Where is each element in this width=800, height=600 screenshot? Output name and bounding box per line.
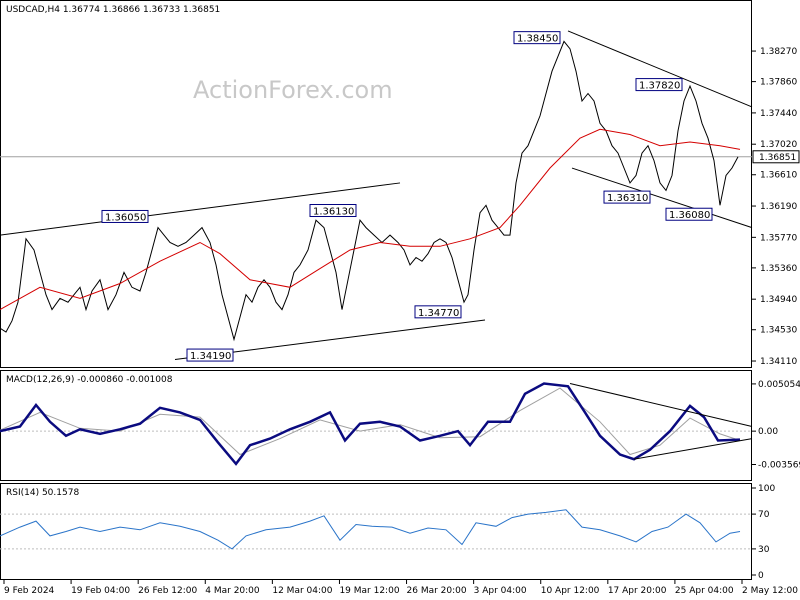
price-tick-label: 1.35360 — [760, 264, 797, 274]
watermark: ActionForex.com — [193, 76, 393, 104]
time-tick-label: 4 Mar 20:00 — [205, 586, 260, 596]
current-price-badge: 1.36851 — [752, 150, 800, 164]
price-tick-label: 1.37020 — [760, 140, 797, 150]
time-tick-label: 26 Feb 12:00 — [138, 586, 197, 596]
time-tick-label: 26 Mar 20:00 — [407, 586, 467, 596]
macd-label: MACD(12,26,9) -0.000860 -0.001008 — [6, 375, 173, 385]
rsi-tick-label: 30 — [758, 545, 770, 555]
time-tick-label: 10 Apr 12:00 — [541, 586, 600, 596]
price-tick-label: 1.34940 — [760, 295, 797, 305]
price-annotation: 1.37820 — [635, 78, 683, 92]
time-tick-label: 2 May 12:00 — [742, 586, 798, 596]
price-annotation: 1.36130 — [309, 204, 357, 218]
price-tick-label: 1.37860 — [760, 78, 797, 88]
price-tick-label: 1.36190 — [760, 202, 797, 212]
current-price-text: 1.36851 — [759, 153, 796, 163]
rsi-label: RSI(14) 50.1578 — [6, 488, 79, 498]
annotation-label: 1.34770 — [418, 308, 459, 319]
price-annotation: 1.36050 — [101, 209, 149, 223]
price-annotation: 1.34190 — [186, 348, 234, 362]
price-tick-label: 1.37440 — [760, 109, 797, 119]
price-tick-label: 1.36610 — [760, 171, 797, 181]
price-annotation: 1.36310 — [603, 190, 651, 204]
price-annotation: 1.36080 — [665, 207, 713, 221]
macd-tick-label: 0.00 — [758, 427, 778, 437]
symbol-header: USDCAD,H4 1.36774 1.36866 1.36733 1.3685… — [6, 5, 220, 15]
rsi-tick-label: 100 — [758, 484, 775, 494]
time-tick-label: 19 Mar 12:00 — [339, 586, 399, 596]
price-tick-label: 1.35770 — [760, 233, 797, 243]
time-tick-label: 12 Mar 04:00 — [272, 586, 332, 596]
time-tick-label: 9 Feb 2024 — [4, 586, 55, 596]
chart: USDCAD,H4 1.36774 1.36866 1.36733 1.3685… — [0, 0, 800, 600]
annotation-label: 1.38450 — [517, 34, 558, 45]
annotation-label: 1.36080 — [669, 210, 710, 221]
annotation-label: 1.36050 — [105, 212, 146, 223]
time-tick-label: 25 Apr 04:00 — [675, 586, 734, 596]
annotation-label: 1.37820 — [639, 81, 680, 92]
annotation-label: 1.36130 — [313, 207, 354, 218]
macd-tick-label: 0.005054 — [758, 380, 800, 390]
annotation-label: 1.36310 — [607, 193, 648, 204]
price-tick-label: 1.34530 — [760, 326, 797, 336]
price-tick-label: 1.34110 — [760, 357, 797, 367]
price-annotation: 1.38450 — [513, 31, 561, 45]
price-tick-label: 1.38270 — [760, 47, 797, 57]
rsi-tick-label: 0 — [758, 571, 764, 581]
time-tick-label: 17 Apr 20:00 — [608, 586, 667, 596]
price-annotation: 1.34770 — [414, 305, 462, 319]
rsi-tick-label: 70 — [758, 510, 770, 520]
time-tick-label: 3 Apr 04:00 — [474, 586, 527, 596]
time-tick-label: 19 Feb 04:00 — [71, 586, 130, 596]
annotation-label: 1.34190 — [190, 351, 231, 362]
macd-tick-label: -0.003569 — [758, 460, 800, 470]
